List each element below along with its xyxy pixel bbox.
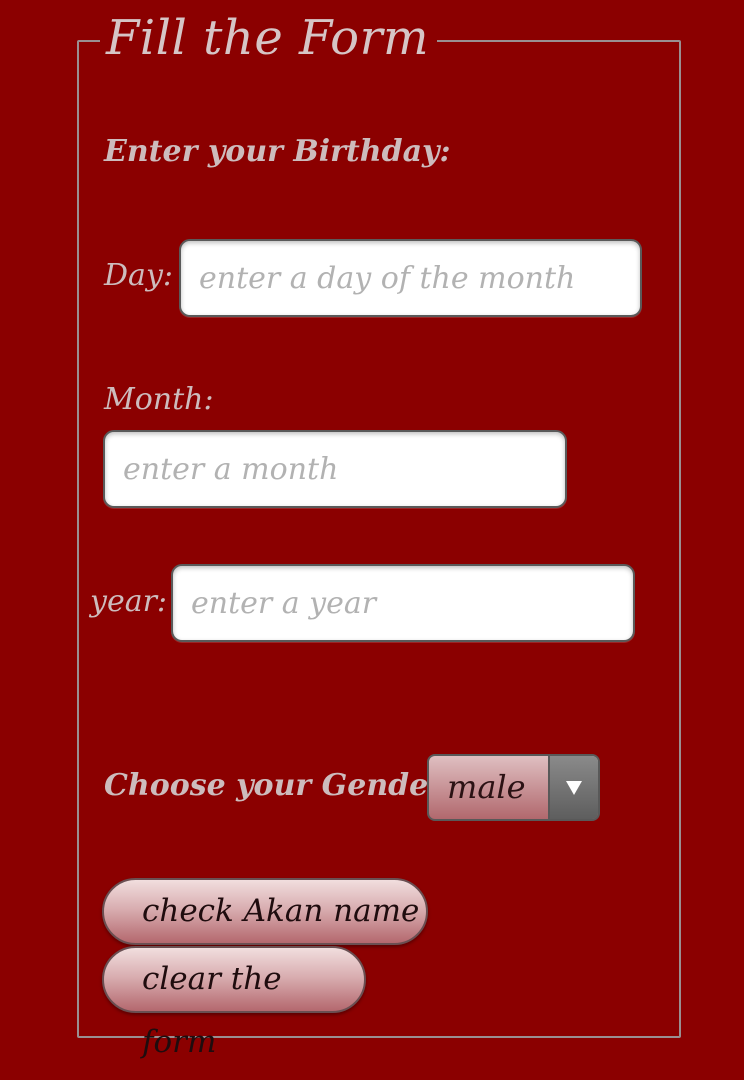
form-legend: Fill the Form xyxy=(100,6,438,70)
year-input[interactable] xyxy=(171,564,635,642)
year-label: year: xyxy=(90,584,168,619)
month-label: Month: xyxy=(104,382,214,417)
check-akan-name-button[interactable]: check Akan name xyxy=(102,878,428,945)
gender-select[interactable]: male xyxy=(427,754,600,821)
month-input[interactable] xyxy=(103,430,567,508)
day-input[interactable] xyxy=(179,239,642,317)
day-label: Day: xyxy=(104,258,173,293)
gender-selected-value: male xyxy=(447,768,526,806)
clear-form-button[interactable]: clear the form xyxy=(102,946,366,1060)
dropdown-toggle[interactable] xyxy=(548,756,598,819)
birthday-heading: Enter your Birthday: xyxy=(104,134,451,169)
triangle-down-icon xyxy=(566,780,582,795)
gender-label: Choose your Gender: xyxy=(104,768,456,803)
